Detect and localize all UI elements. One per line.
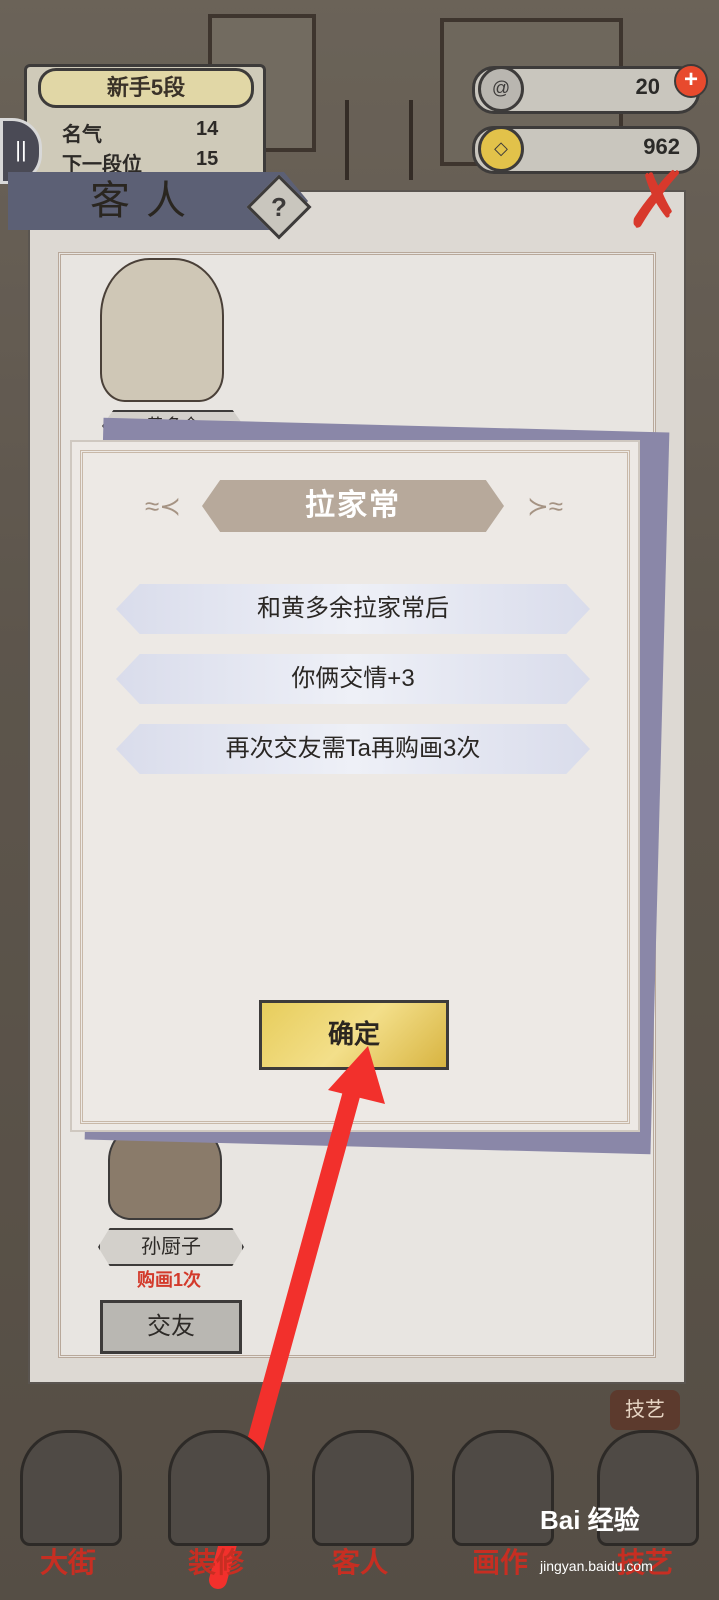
book-icon xyxy=(168,1430,270,1546)
scroll-icon xyxy=(452,1430,554,1546)
watermark: Bai 经验 xyxy=(540,1505,640,1535)
gate-icon xyxy=(20,1430,122,1546)
dialog-title: 拉家常 xyxy=(305,489,401,522)
dialog-line: 再次交友需Ta再购画3次 xyxy=(225,735,481,762)
nav-label: 大街 xyxy=(39,1547,96,1578)
confirm-button[interactable]: 确定 xyxy=(259,1000,449,1070)
nav-item-decorate[interactable]: 装修 xyxy=(156,1420,276,1590)
help-icon[interactable]: ? xyxy=(256,184,302,230)
rank-title: 新手5段 xyxy=(38,68,254,108)
purchase-count: 购画1次 xyxy=(136,1270,201,1290)
ornament-right-icon: ≻≈ xyxy=(526,491,564,521)
fame-value: 14 xyxy=(196,118,219,140)
nav-item-street[interactable]: 大街 xyxy=(8,1420,128,1590)
next-rank-value: 15 xyxy=(196,148,219,170)
dialog-line: 和黄多余拉家常后 xyxy=(257,595,449,622)
close-icon[interactable]: ✗ xyxy=(622,160,692,240)
nav-label: 客人 xyxy=(331,1547,388,1578)
guest-name: 孙厨子 xyxy=(98,1228,244,1266)
guest-icon xyxy=(312,1430,414,1546)
panel-title: 客人 xyxy=(90,179,202,223)
coin-icon: ◇ xyxy=(478,126,524,172)
nav-item-guests[interactable]: 客人 xyxy=(300,1420,420,1590)
energy-value: 20 xyxy=(635,74,660,99)
swirl-icon: @ xyxy=(478,66,524,112)
nav-label: 装修 xyxy=(187,1547,244,1578)
dialog-line: 你俩交情+3 xyxy=(291,665,415,692)
befriend-button[interactable]: 交友 xyxy=(100,1300,242,1354)
guest-avatar xyxy=(100,258,224,402)
fame-label: 名气 xyxy=(62,124,102,146)
ornament-left-icon: ≈≺ xyxy=(144,491,182,521)
watermark-url: jingyan.baidu.com xyxy=(540,1558,653,1574)
add-energy-button[interactable]: + xyxy=(674,64,708,98)
